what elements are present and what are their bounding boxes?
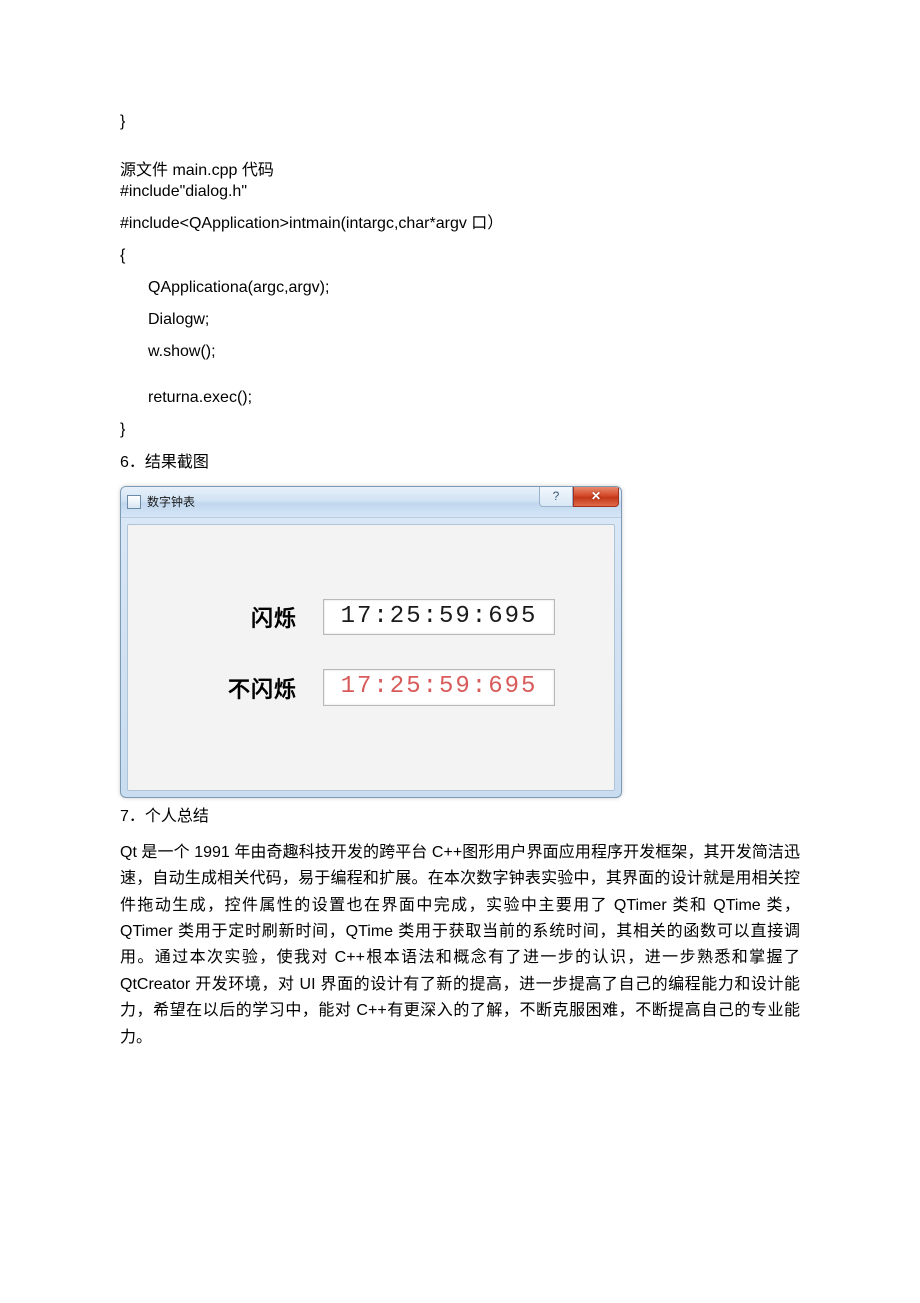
window-controls: ? ✕ [539,487,621,509]
result-screenshot: 数字钟表 ? ✕ 闪烁 17:25:59:695 不闪烁 17:25:59:69… [120,486,800,799]
close-icon: ✕ [591,489,601,503]
code-wshow: w.show(); [120,340,800,364]
section-7-heading: 7．个人总结 [120,804,800,830]
code-include-qapp-main: #include<QApplication>intmain(intargc,ch… [120,212,800,236]
label-noflash: 不闪烁 [187,672,297,704]
code-return-exec: returna.exec(); [120,386,800,410]
dialog-client-area: 闪烁 17:25:59:695 不闪烁 17:25:59:695 [127,524,615,792]
lcd-noflash: 17:25:59:695 [323,669,555,706]
code-open-brace: { [120,244,800,268]
label-flash: 闪烁 [187,601,297,633]
close-button[interactable]: ✕ [573,487,619,507]
window-icon [127,495,141,509]
code-closing-brace: } [120,110,800,134]
window-title: 数字钟表 [147,493,195,510]
row-flash: 闪烁 17:25:59:695 [158,599,584,636]
row-noflash: 不闪烁 17:25:59:695 [158,669,584,706]
page-root: } 源文件 main.cpp 代码 #include"dialog.h" #in… [0,0,920,1303]
source-file-heading: 源文件 main.cpp 代码 [120,156,800,180]
code-close-brace: } [120,418,800,442]
code-include-dialog: #include"dialog.h" [120,180,800,204]
summary-paragraph: Qt 是一个 1991 年由奇趣科技开发的跨平台 C++图形用户界面应用程序开发… [120,840,800,1051]
lcd-flash: 17:25:59:695 [323,599,555,636]
section-6-heading: 6．结果截图 [120,450,800,476]
code-qapplication: QApplicationa(argc,argv); [120,276,800,300]
help-button[interactable]: ? [539,487,573,507]
dialog-window: 数字钟表 ? ✕ 闪烁 17:25:59:695 不闪烁 17:25:59:69… [120,486,622,799]
titlebar: 数字钟表 ? ✕ [121,487,621,518]
code-dialogw: Dialogw; [120,308,800,332]
